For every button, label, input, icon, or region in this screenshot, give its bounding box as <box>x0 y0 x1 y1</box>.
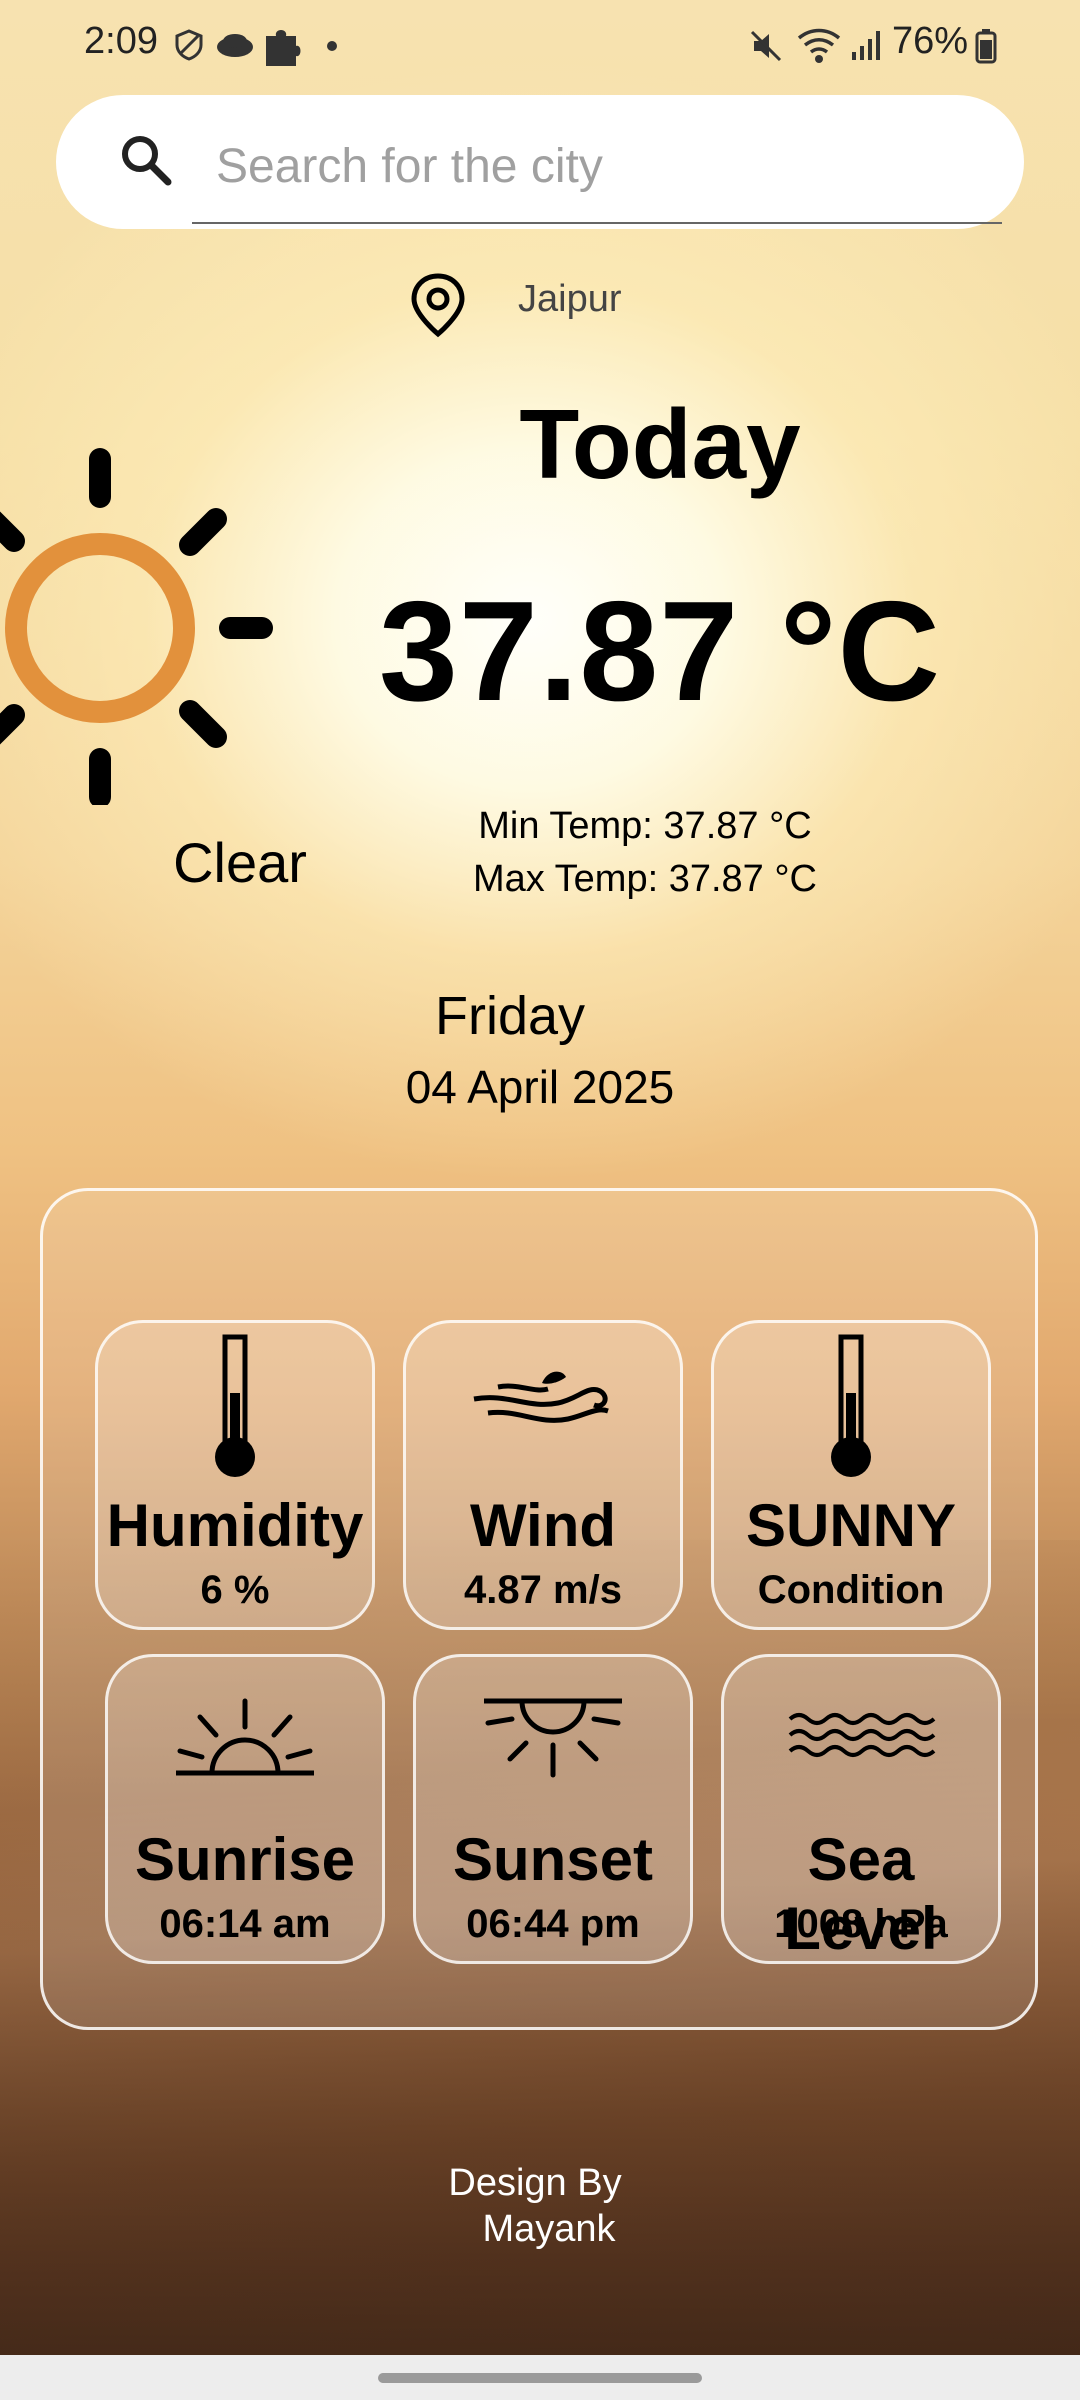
stat-value: 06:14 am <box>159 1902 331 1946</box>
wifi-icon <box>797 28 841 63</box>
sun-icon <box>0 448 273 805</box>
stat-title: Sunrise <box>134 1826 356 1893</box>
location-pin-icon <box>411 273 465 338</box>
stat-value: Condition <box>757 1568 945 1612</box>
shield-icon <box>175 29 203 61</box>
condition-text: Clear <box>173 831 307 894</box>
signal-icon <box>852 31 880 60</box>
mute-icon <box>750 30 782 62</box>
stat-card-humidity: Humidity 6 % <box>95 1320 375 1630</box>
stat-value: 06:44 pm <box>466 1902 640 1946</box>
cloud-app-icon <box>217 34 253 57</box>
stat-card-condition: SUNNY Condition <box>711 1320 991 1630</box>
home-gesture-handle[interactable] <box>378 2373 702 2383</box>
thermometer-icon <box>215 1334 255 1477</box>
stat-card-wind: Wind 4.87 m/s <box>403 1320 683 1630</box>
puzzle-icon <box>266 30 301 66</box>
stat-value: 6 % <box>200 1568 270 1612</box>
stat-title: SUNNY <box>745 1492 957 1559</box>
location-city: Jaipur <box>518 278 622 320</box>
stat-card-sunset: Sunset 06:44 pm <box>413 1654 693 1964</box>
battery-icon <box>975 29 997 64</box>
sunset-icon <box>484 1698 622 1778</box>
sunrise-icon <box>176 1698 314 1776</box>
stat-card-sea-level: Sea Level 1008 hPa <box>721 1654 1001 1964</box>
date-text: 04 April 2025 <box>405 1061 675 1113</box>
battery-percent: 76% <box>891 20 968 62</box>
max-temp: Max Temp: 37.87 °C <box>473 858 817 900</box>
stat-card-sunrise: Sunrise 06:14 am <box>105 1654 385 1964</box>
stat-title: Humidity <box>106 1492 364 1559</box>
temperature-value: 37.87 °C <box>378 572 942 731</box>
thermometer-icon <box>831 1334 871 1477</box>
footer-credit: Design By Mayank <box>430 2160 640 2252</box>
stat-title: Sunset <box>452 1826 654 1893</box>
min-temp: Min Temp: 37.87 °C <box>478 805 812 847</box>
notification-dot-icon <box>327 41 337 51</box>
app-background: 2:09 76% Search for the city Jaipur Toda… <box>0 0 1080 2400</box>
search-icon[interactable] <box>118 132 174 188</box>
stat-value: 1008 hPa <box>774 1902 948 1946</box>
status-time: 2:09 <box>84 20 158 62</box>
wind-icon <box>473 1371 609 1423</box>
stat-value: 4.87 m/s <box>464 1568 622 1612</box>
min-max-temps: Min Temp: 37.87 °C Max Temp: 37.87 °C <box>440 800 850 906</box>
status-bar: 2:09 76% <box>0 0 1080 90</box>
day-name: Friday <box>434 986 586 1046</box>
page-title: Today <box>519 389 801 499</box>
stat-title: Wind <box>469 1492 617 1559</box>
footer-line1: Design By <box>448 2162 622 2204</box>
city-search-input[interactable] <box>192 110 1002 224</box>
footer-line2: Mayank <box>482 2208 616 2250</box>
waves-icon <box>788 1713 936 1757</box>
